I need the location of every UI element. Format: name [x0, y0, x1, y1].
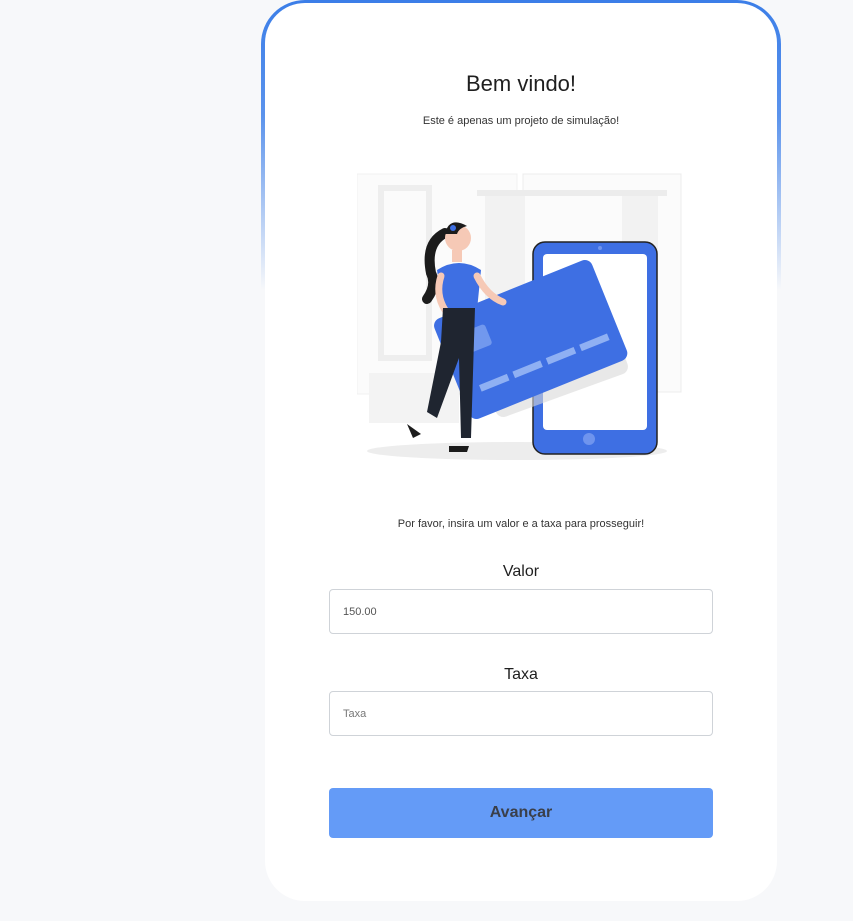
phone-camera	[598, 246, 602, 250]
welcome-card: Bem vindo! Este é apenas um projeto de s…	[265, 3, 777, 901]
page-subtitle: Este é apenas um projeto de simulação!	[422, 115, 620, 127]
valor-label: Valor	[502, 563, 540, 580]
avancar-button[interactable]: Avançar	[329, 788, 713, 838]
phone-button	[583, 433, 595, 445]
taxa-input[interactable]	[329, 691, 713, 736]
page-title: Bem vindo!	[465, 71, 577, 96]
payment-illustration	[357, 173, 682, 460]
valor-input[interactable]	[329, 589, 713, 634]
curtain-rod	[477, 190, 667, 196]
form-instructions: Por favor, insira um valor e a taxa para…	[397, 518, 645, 530]
taxa-label: Taxa	[504, 666, 538, 683]
